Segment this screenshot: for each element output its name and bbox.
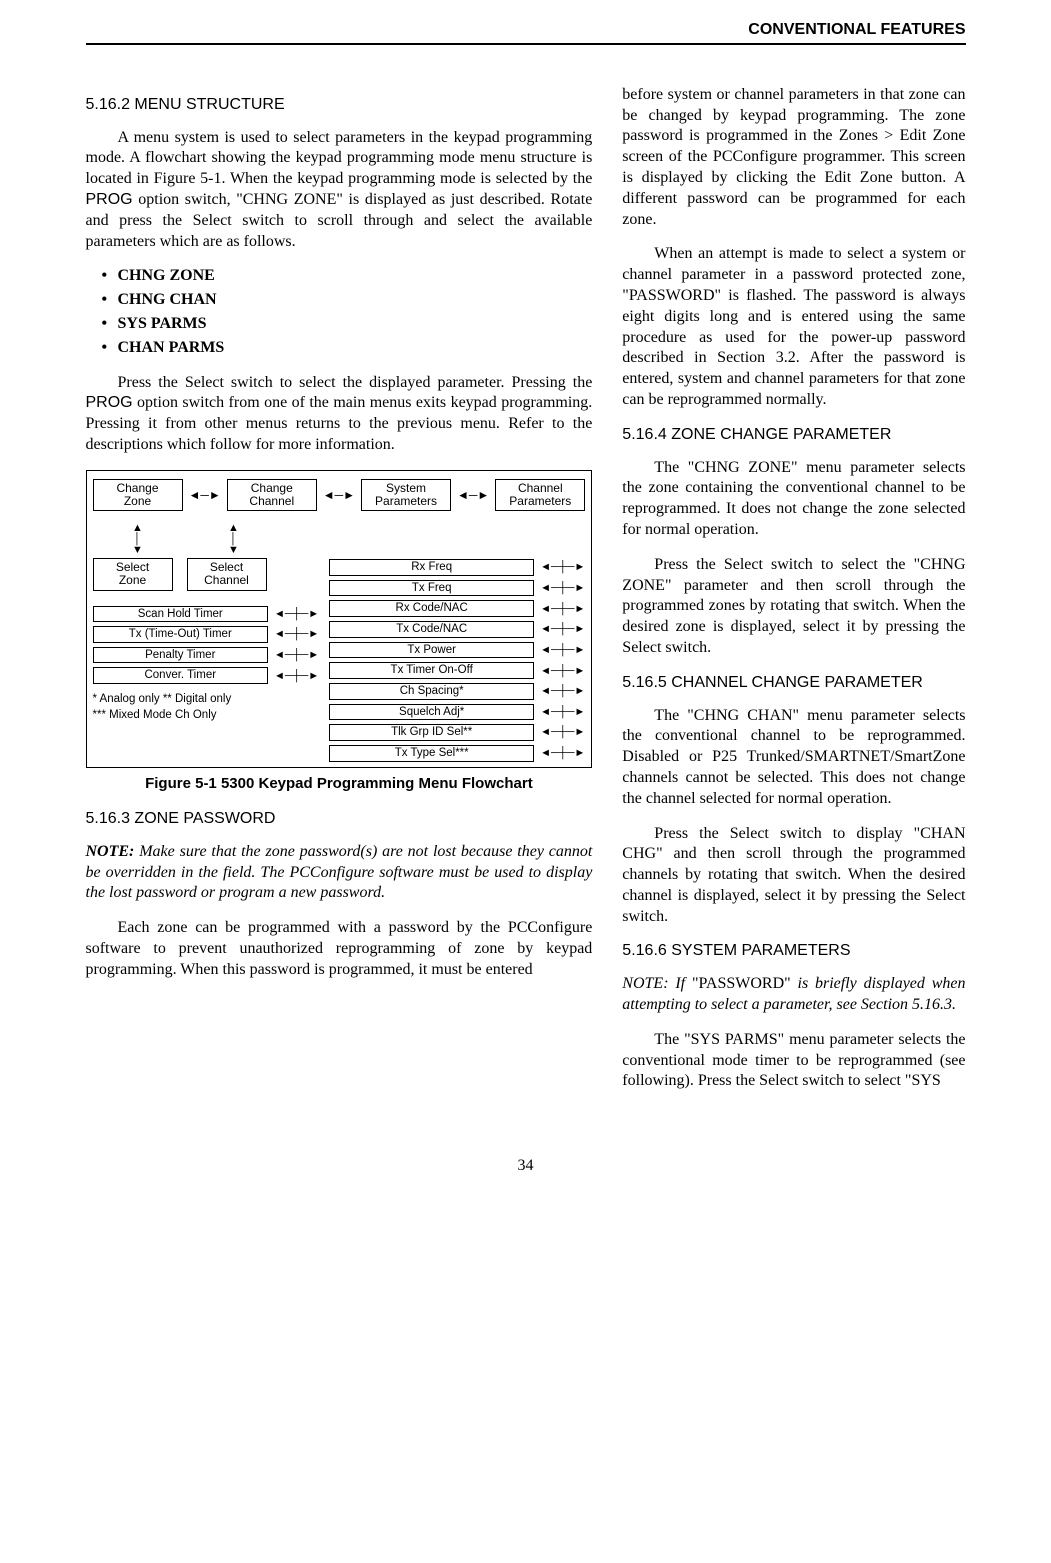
box-chan-param: Rx Code/NAC	[329, 600, 534, 617]
note-5-16-6: NOTE: If "PASSWORD" is briefly displayed…	[622, 974, 965, 1016]
param-row: Tx (Time-Out) Timer ◄─┼─►	[93, 626, 320, 643]
box-system-parameters: System Parameters	[361, 479, 451, 511]
para-5-16-4-a: The "CHNG ZONE" menu parameter selects t…	[622, 458, 965, 541]
arrow-icon: ◄─┼─►	[274, 607, 319, 621]
heading-5-16-3: 5.16.3 ZONE PASSWORD	[86, 809, 593, 830]
box-sys-param: Scan Hold Timer	[93, 606, 269, 623]
para-cont-1: before system or channel parameters in t…	[622, 85, 965, 231]
heading-5-16-5: 5.16.5 CHANNEL CHANGE PARAMETER	[622, 673, 965, 694]
arrow-icon: ◄─┼─►	[540, 560, 585, 574]
box-channel-parameters: Channel Parameters	[495, 479, 585, 511]
figure-top-row: Change Zone ◄─► Change Channel ◄─► Syste…	[93, 479, 586, 511]
list-item: CHNG ZONE	[102, 266, 593, 287]
box-sys-param: Conver. Timer	[93, 667, 269, 684]
arrow-icon: ◄─┼─►	[540, 643, 585, 657]
note-body: Make sure that the zone password(s) are …	[86, 843, 593, 902]
para-5-16-6: The "SYS PARMS" menu parameter selects t…	[622, 1030, 965, 1092]
note-label: NOTE: If	[622, 975, 692, 992]
arrow-icon: ▲│▼	[189, 523, 279, 556]
box-chan-param: Tx Freq	[329, 580, 534, 597]
param-row: Tx Freq ◄─┼─►	[329, 580, 585, 597]
arrow-icon: ◄─►	[457, 489, 489, 501]
param-row: Conver. Timer ◄─┼─►	[93, 667, 320, 684]
page: CONVENTIONAL FEATURES 5.16.2 MENU STRUCT…	[86, 20, 966, 1177]
param-row: Tx Type Sel*** ◄─┼─►	[329, 745, 585, 762]
legend-line: * Analog only ** Digital only	[93, 693, 232, 705]
prog-label: PROG	[86, 394, 133, 411]
box-sys-param: Tx (Time-Out) Timer	[93, 626, 269, 643]
box-chan-param: Tx Type Sel***	[329, 745, 534, 762]
arrow-icon: ◄─┼─►	[540, 622, 585, 636]
para-menu-structure-intro: A menu system is used to select paramete…	[86, 128, 593, 253]
arrow-icon: ◄─┼─►	[540, 746, 585, 760]
list-item: CHNG CHAN	[102, 290, 593, 311]
param-row: Squelch Adj* ◄─┼─►	[329, 704, 585, 721]
arrow-icon: ◄─►	[323, 489, 355, 501]
page-number: 34	[86, 1156, 966, 1177]
para-menu-structure-press: Press the Select switch to select the di…	[86, 373, 593, 456]
heading-5-16-2: 5.16.2 MENU STRUCTURE	[86, 95, 593, 116]
para-zone-password: Each zone can be programmed with a passw…	[86, 918, 593, 980]
arrow-icon: ◄─┼─►	[540, 602, 585, 616]
arrow-icon: ◄─┼─►	[274, 648, 319, 662]
bullet-list-menus: CHNG ZONE CHNG CHAN SYS PARMS CHAN PARMS	[86, 266, 593, 358]
figure-5-1: Change Zone ◄─► Change Channel ◄─► Syste…	[86, 470, 593, 768]
note-literal: "PASSWORD"	[692, 975, 791, 992]
param-row: Rx Code/NAC ◄─┼─►	[329, 600, 585, 617]
note-zone-password: NOTE: Make sure that the zone password(s…	[86, 842, 593, 904]
running-header: CONVENTIONAL FEATURES	[86, 20, 966, 43]
list-item: SYS PARMS	[102, 314, 593, 335]
two-column-layout: 5.16.2 MENU STRUCTURE A menu system is u…	[86, 85, 966, 1106]
arrow-icon: ◄─┼─►	[540, 581, 585, 595]
figure-caption: Figure 5-1 5300 Keypad Programming Menu …	[86, 774, 593, 794]
arrow-icon: ◄─►	[189, 489, 221, 501]
para-cont-2: When an attempt is made to select a syst…	[622, 244, 965, 410]
text-fragment: option switch from one of the main menus…	[86, 394, 593, 453]
box-select-zone: Select Zone	[93, 558, 173, 590]
text-fragment: Press the Select switch to select the di…	[118, 374, 593, 391]
box-chan-param: Rx Freq	[329, 559, 534, 576]
arrow-icon: ▲│▼	[93, 523, 183, 556]
note-label: NOTE:	[86, 843, 135, 860]
arrow-icon: ◄─┼─►	[540, 664, 585, 678]
param-row: Ch Spacing* ◄─┼─►	[329, 683, 585, 700]
prog-label: PROG	[86, 191, 133, 208]
box-chan-param: Tlk Grp ID Sel**	[329, 724, 534, 741]
box-chan-param: Tx Power	[329, 642, 534, 659]
left-column: 5.16.2 MENU STRUCTURE A menu system is u…	[86, 85, 593, 1106]
box-chan-param: Tx Timer On-Off	[329, 662, 534, 679]
para-5-16-5-b: Press the Select switch to display "CHAN…	[622, 824, 965, 928]
box-change-zone: Change Zone	[93, 479, 183, 511]
box-select-channel: Select Channel	[187, 558, 267, 590]
text-fragment: A menu system is used to select paramete…	[86, 129, 593, 188]
box-chan-param: Tx Code/NAC	[329, 621, 534, 638]
legend-line: *** Mixed Mode Ch Only	[93, 709, 217, 721]
param-row: Tx Code/NAC ◄─┼─►	[329, 621, 585, 638]
figure-mid: Select Zone Select Channel Scan Hold Tim…	[93, 558, 586, 762]
heading-5-16-4: 5.16.4 ZONE CHANGE PARAMETER	[622, 425, 965, 446]
param-row: Penalty Timer ◄─┼─►	[93, 647, 320, 664]
para-5-16-4-b: Press the Select switch to select the "C…	[622, 555, 965, 659]
arrow-icon: ◄─┼─►	[540, 705, 585, 719]
horizontal-rule	[86, 43, 966, 45]
box-sys-param: Penalty Timer	[93, 647, 269, 664]
arrow-icon: ◄─┼─►	[274, 627, 319, 641]
param-row: Tx Timer On-Off ◄─┼─►	[329, 662, 585, 679]
arrow-icon: ◄─┼─►	[274, 669, 319, 683]
right-column: before system or channel parameters in t…	[622, 85, 965, 1106]
figure-legend: * Analog only ** Digital only *** Mixed …	[93, 691, 320, 723]
box-change-channel: Change Channel	[227, 479, 317, 511]
box-chan-param: Squelch Adj*	[329, 704, 534, 721]
arrow-icon: ◄─┼─►	[540, 684, 585, 698]
box-chan-param: Ch Spacing*	[329, 683, 534, 700]
para-5-16-5-a: The "CHNG CHAN" menu parameter selects t…	[622, 706, 965, 810]
heading-5-16-6: 5.16.6 SYSTEM PARAMETERS	[622, 941, 965, 962]
arrow-icon: ◄─┼─►	[540, 725, 585, 739]
param-row: Scan Hold Timer ◄─┼─►	[93, 606, 320, 623]
text-fragment: option switch, "CHNG ZONE" is displayed …	[86, 191, 593, 250]
param-row: Tx Power ◄─┼─►	[329, 642, 585, 659]
param-row: Rx Freq ◄─┼─►	[329, 559, 585, 576]
param-row: Tlk Grp ID Sel** ◄─┼─►	[329, 724, 585, 741]
list-item: CHAN PARMS	[102, 338, 593, 359]
